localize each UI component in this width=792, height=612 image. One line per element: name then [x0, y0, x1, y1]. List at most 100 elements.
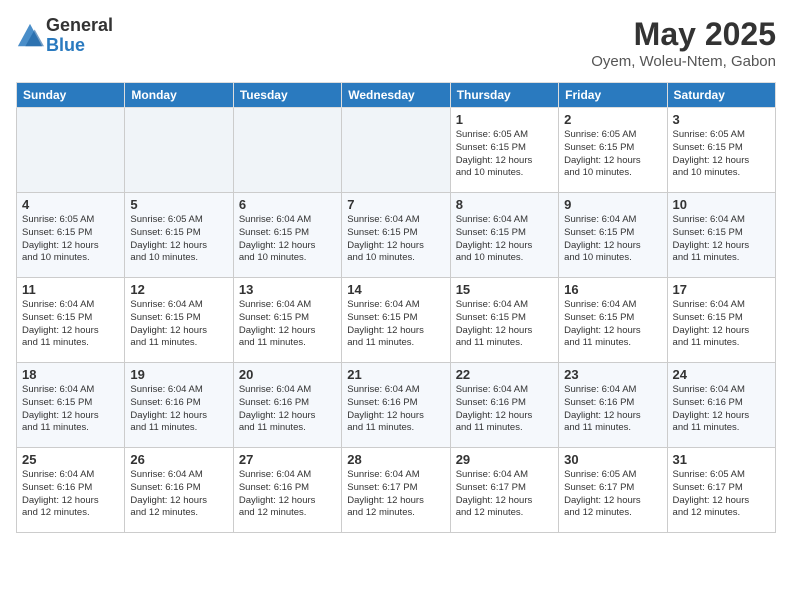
day-number: 11	[22, 282, 119, 297]
day-info: Sunrise: 6:04 AMSunset: 6:15 PMDaylight:…	[347, 214, 444, 265]
day-number: 13	[239, 282, 336, 297]
weekday-header-friday: Friday	[559, 83, 667, 108]
weekday-header-tuesday: Tuesday	[233, 83, 341, 108]
day-number: 31	[673, 452, 770, 467]
day-number: 3	[673, 112, 770, 127]
weekday-header-saturday: Saturday	[667, 83, 775, 108]
calendar-week-row: 11 Sunrise: 6:04 AMSunset: 6:15 PMDayligh…	[17, 278, 776, 363]
day-info: Sunrise: 6:04 AMSunset: 6:16 PMDaylight:…	[347, 384, 444, 435]
calendar-cell: 4Sunrise: 6:05 AMSunset: 6:15 PMDaylight…	[17, 193, 125, 278]
day-number: 26	[130, 452, 227, 467]
calendar-week-row: 4Sunrise: 6:05 AMSunset: 6:15 PMDaylight…	[17, 193, 776, 278]
location-text: Oyem, Woleu-Ntem, Gabon	[591, 53, 776, 70]
day-number: 24	[673, 367, 770, 382]
day-info: Sunrise: 6:04 AMSunset: 6:17 PMDaylight:…	[347, 469, 444, 520]
month-title: May 2025	[591, 16, 776, 53]
day-info: Sunrise: 6:04 AMSunset: 6:15 PMDaylight:…	[564, 299, 661, 350]
day-info: Sunrise: 6:05 AMSunset: 6:15 PMDaylight:…	[130, 214, 227, 265]
day-info: Sunrise: 6:04 AMSunset: 6:17 PMDaylight:…	[456, 469, 553, 520]
calendar-week-row: 18 Sunrise: 6:04 AMSunset: 6:15 PMDayligh…	[17, 363, 776, 448]
calendar-week-row: 25 Sunrise: 6:04 AMSunset: 6:16 PMDayligh…	[17, 448, 776, 533]
calendar-cell: 9Sunrise: 6:04 AMSunset: 6:15 PMDaylight…	[559, 193, 667, 278]
calendar-cell: 29 Sunrise: 6:04 AMSunset: 6:17 PMDayligh…	[450, 448, 558, 533]
calendar-table: SundayMondayTuesdayWednesdayThursdayFrid…	[16, 82, 776, 533]
day-number: 15	[456, 282, 553, 297]
calendar-cell: 19 Sunrise: 6:04 AMSunset: 6:16 PMDayligh…	[125, 363, 233, 448]
day-number: 22	[456, 367, 553, 382]
day-number: 19	[130, 367, 227, 382]
calendar-cell: 5 Sunrise: 6:05 AMSunset: 6:15 PMDaylight…	[125, 193, 233, 278]
day-info: Sunrise: 6:04 AMSunset: 6:16 PMDaylight:…	[673, 384, 770, 435]
calendar-cell: 2 Sunrise: 6:05 AMSunset: 6:15 PMDaylight…	[559, 108, 667, 193]
day-info: Sunrise: 6:04 AMSunset: 6:16 PMDaylight:…	[130, 469, 227, 520]
page-header: General Blue May 2025 Oyem, Woleu-Ntem, …	[16, 16, 776, 70]
day-number: 14	[347, 282, 444, 297]
day-info: Sunrise: 6:05 AMSunset: 6:15 PMDaylight:…	[564, 129, 661, 180]
calendar-cell: 11Sunrise: 6:04 AMSunset: 6:15 PMDayligh…	[17, 278, 125, 363]
calendar-cell: 25 Sunrise: 6:04 AMSunset: 6:16 PMDayligh…	[17, 448, 125, 533]
day-number: 27	[239, 452, 336, 467]
day-info: Sunrise: 6:04 AMSunset: 6:15 PMDaylight:…	[456, 299, 553, 350]
calendar-cell: 31Sunrise: 6:05 AMSunset: 6:17 PMDayligh…	[667, 448, 775, 533]
day-number: 18	[22, 367, 119, 382]
calendar-cell: 18 Sunrise: 6:04 AMSunset: 6:15 PMDayligh…	[17, 363, 125, 448]
calendar-cell: 1Sunrise: 6:05 AMSunset: 6:15 PMDaylight…	[450, 108, 558, 193]
day-number: 17	[673, 282, 770, 297]
day-info: Sunrise: 6:04 AMSunset: 6:15 PMDaylight:…	[239, 299, 336, 350]
calendar-cell: 23Sunrise: 6:04 AMSunset: 6:16 PMDayligh…	[559, 363, 667, 448]
day-info: Sunrise: 6:04 AMSunset: 6:15 PMDaylight:…	[564, 214, 661, 265]
day-number: 2	[564, 112, 661, 127]
calendar-cell: 13 Sunrise: 6:04 AMSunset: 6:15 PMDayligh…	[233, 278, 341, 363]
weekday-header-thursday: Thursday	[450, 83, 558, 108]
calendar-week-row: 1Sunrise: 6:05 AMSunset: 6:15 PMDaylight…	[17, 108, 776, 193]
day-number: 25	[22, 452, 119, 467]
day-info: Sunrise: 6:04 AMSunset: 6:15 PMDaylight:…	[673, 299, 770, 350]
day-number: 23	[564, 367, 661, 382]
calendar-cell: 27 Sunrise: 6:04 AMSunset: 6:16 PMDayligh…	[233, 448, 341, 533]
day-info: Sunrise: 6:04 AMSunset: 6:15 PMDaylight:…	[130, 299, 227, 350]
day-number: 30	[564, 452, 661, 467]
logo-icon	[16, 22, 44, 50]
weekday-header-monday: Monday	[125, 83, 233, 108]
day-info: Sunrise: 6:04 AMSunset: 6:15 PMDaylight:…	[347, 299, 444, 350]
day-info: Sunrise: 6:04 AMSunset: 6:15 PMDaylight:…	[22, 384, 119, 435]
logo: General Blue	[16, 16, 113, 56]
day-info: Sunrise: 6:04 AMSunset: 6:15 PMDaylight:…	[239, 214, 336, 265]
day-number: 29	[456, 452, 553, 467]
calendar-cell: 7 Sunrise: 6:04 AMSunset: 6:15 PMDaylight…	[342, 193, 450, 278]
day-info: Sunrise: 6:04 AMSunset: 6:16 PMDaylight:…	[130, 384, 227, 435]
day-info: Sunrise: 6:04 AMSunset: 6:16 PMDaylight:…	[239, 384, 336, 435]
calendar-cell: 21Sunrise: 6:04 AMSunset: 6:16 PMDayligh…	[342, 363, 450, 448]
calendar-cell	[125, 108, 233, 193]
calendar-cell	[342, 108, 450, 193]
day-number: 12	[130, 282, 227, 297]
day-info: Sunrise: 6:05 AMSunset: 6:15 PMDaylight:…	[673, 129, 770, 180]
day-info: Sunrise: 6:04 AMSunset: 6:16 PMDaylight:…	[456, 384, 553, 435]
day-info: Sunrise: 6:04 AMSunset: 6:16 PMDaylight:…	[239, 469, 336, 520]
logo-general-text: General	[46, 16, 113, 36]
calendar-cell: 12 Sunrise: 6:04 AMSunset: 6:15 PMDayligh…	[125, 278, 233, 363]
day-info: Sunrise: 6:05 AMSunset: 6:17 PMDaylight:…	[564, 469, 661, 520]
day-number: 10	[673, 197, 770, 212]
calendar-cell: 24 Sunrise: 6:04 AMSunset: 6:16 PMDayligh…	[667, 363, 775, 448]
calendar-cell	[233, 108, 341, 193]
calendar-cell: 17 Sunrise: 6:04 AMSunset: 6:15 PMDayligh…	[667, 278, 775, 363]
day-info: Sunrise: 6:05 AMSunset: 6:15 PMDaylight:…	[22, 214, 119, 265]
logo-blue-text: Blue	[46, 36, 113, 56]
weekday-header-sunday: Sunday	[17, 83, 125, 108]
day-info: Sunrise: 6:04 AMSunset: 6:16 PMDaylight:…	[22, 469, 119, 520]
calendar-cell: 28Sunrise: 6:04 AMSunset: 6:17 PMDayligh…	[342, 448, 450, 533]
day-number: 5	[130, 197, 227, 212]
calendar-cell: 22 Sunrise: 6:04 AMSunset: 6:16 PMDayligh…	[450, 363, 558, 448]
calendar-cell: 14 Sunrise: 6:04 AMSunset: 6:15 PMDayligh…	[342, 278, 450, 363]
calendar-cell: 8Sunrise: 6:04 AMSunset: 6:15 PMDaylight…	[450, 193, 558, 278]
calendar-cell: 26 Sunrise: 6:04 AMSunset: 6:16 PMDayligh…	[125, 448, 233, 533]
day-number: 6	[239, 197, 336, 212]
day-info: Sunrise: 6:05 AMSunset: 6:15 PMDaylight:…	[456, 129, 553, 180]
calendar-cell: 30 Sunrise: 6:05 AMSunset: 6:17 PMDayligh…	[559, 448, 667, 533]
calendar-cell: 16Sunrise: 6:04 AMSunset: 6:15 PMDayligh…	[559, 278, 667, 363]
day-info: Sunrise: 6:04 AMSunset: 6:15 PMDaylight:…	[673, 214, 770, 265]
calendar-cell: 6 Sunrise: 6:04 AMSunset: 6:15 PMDaylight…	[233, 193, 341, 278]
day-number: 8	[456, 197, 553, 212]
day-number: 7	[347, 197, 444, 212]
